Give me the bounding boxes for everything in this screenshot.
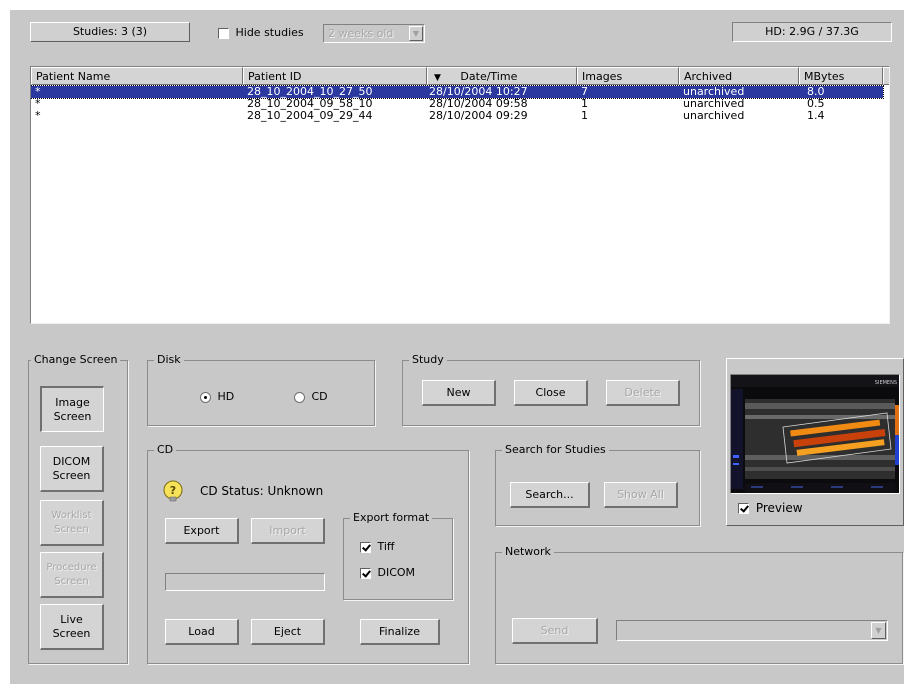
sort-descending-icon: ▼ (434, 73, 441, 83)
hd-radio[interactable]: HD (200, 390, 234, 403)
column-header-mbytes[interactable]: MBytes (799, 67, 883, 85)
dropdown-arrow-icon[interactable]: ▼ (871, 622, 886, 639)
network-title: Network (502, 545, 554, 559)
cd-radio-indicator[interactable] (294, 391, 305, 403)
preview-frame: SIEMENS (730, 374, 900, 494)
search-title: Search for Studies (502, 443, 609, 457)
hd-radio-indicator[interactable] (200, 391, 211, 403)
patient-name-cell: * (35, 109, 41, 122)
ultrasound-preview-image: SIEMENS (731, 375, 899, 493)
show-all-button[interactable]: Show All (604, 482, 678, 508)
column-header-patient-id[interactable]: Patient ID (243, 67, 427, 85)
cd-title: CD (154, 443, 177, 457)
patient-id-cell: 28_10_2004_09_29_44 (247, 109, 373, 122)
load-button[interactable]: Load (165, 619, 239, 645)
hd-radio-label: HD (217, 390, 235, 403)
hide-studies-check-icon[interactable] (218, 27, 229, 39)
age-filter-select[interactable]: 2 weeks old ▼ (323, 24, 425, 43)
network-group: Network (495, 545, 903, 664)
network-destination-select[interactable]: ▼ (616, 620, 888, 641)
finalize-button[interactable]: Finalize (360, 619, 440, 645)
dicom-label: DICOM (377, 566, 416, 579)
dicom-screen-button[interactable]: DICOM Screen (40, 446, 104, 492)
tiff-checkbox[interactable]: Tiff (360, 540, 395, 553)
question-bulb-icon: ? (162, 480, 184, 502)
disk-title: Disk (154, 353, 184, 367)
column-header-date-time[interactable]: ▼ Date/Time (427, 67, 577, 85)
send-button[interactable]: Send (512, 618, 598, 644)
dicom-checkbox[interactable]: DICOM (360, 566, 415, 579)
disk-group: Disk (147, 353, 375, 426)
export-format-title: Export format (350, 511, 433, 525)
date-time-cell: 28/10/2004 09:29 (429, 109, 528, 122)
live-screen-button[interactable]: Live Screen (40, 604, 104, 650)
cd-progress-bar (165, 573, 325, 591)
age-filter-value: 2 weeks old (328, 27, 394, 40)
delete-study-button[interactable]: Delete (606, 380, 680, 406)
preview-label: Preview (755, 501, 803, 515)
app-window: Studies: 3 (3) Hide studies 2 weeks old … (10, 10, 904, 684)
preview-checkbox[interactable]: Preview (738, 502, 803, 515)
import-button[interactable]: Import (251, 518, 325, 544)
column-header-patient-name[interactable]: Patient Name (31, 67, 243, 85)
table-header: Patient Name Patient ID ▼ Date/Time Imag… (31, 67, 889, 85)
dicom-check-icon[interactable] (360, 567, 371, 579)
vendor-logo: SIEMENS (875, 380, 897, 386)
image-screen-button[interactable]: Image Screen (40, 386, 104, 432)
export-button[interactable]: Export (165, 518, 239, 544)
preview-check-icon[interactable] (738, 503, 749, 514)
column-header-images[interactable]: Images (577, 67, 679, 85)
hide-studies-label: Hide studies (235, 26, 304, 39)
change-screen-title: Change Screen (31, 353, 121, 367)
tiff-check-icon[interactable] (360, 541, 371, 553)
study-title: Study (409, 353, 447, 367)
column-header-filler (883, 67, 889, 85)
worklist-screen-button[interactable]: Worklist Screen (40, 500, 104, 546)
new-study-button[interactable]: New (422, 380, 496, 406)
cd-status-text: CD Status: Unknown (200, 484, 324, 498)
hd-usage-box: HD: 2.9G / 37.3G (732, 22, 892, 42)
table-row[interactable]: * 28_10_2004_09_29_44 28/10/2004 09:29 1… (31, 110, 883, 122)
cd-radio[interactable]: CD (294, 390, 328, 403)
study-list-table[interactable]: Patient Name Patient ID ▼ Date/Time Imag… (30, 66, 890, 324)
procedure-screen-button[interactable]: Procedure Screen (40, 552, 104, 598)
dropdown-arrow-icon[interactable]: ▼ (409, 26, 423, 41)
export-format-group: Export format (343, 511, 453, 600)
hide-studies-checkbox[interactable]: Hide studies (218, 26, 304, 40)
close-study-button[interactable]: Close (514, 380, 588, 406)
cd-radio-label: CD (311, 390, 328, 403)
column-header-archived[interactable]: Archived (679, 67, 799, 85)
eject-button[interactable]: Eject (251, 619, 325, 645)
tiff-label: Tiff (377, 540, 395, 553)
archived-cell: unarchived (683, 109, 745, 122)
svg-text:?: ? (170, 484, 176, 497)
mbytes-cell: 1.4 (807, 109, 825, 122)
images-cell: 1 (581, 109, 588, 122)
search-button[interactable]: Search... (510, 482, 590, 508)
studies-count-box: Studies: 3 (3) (30, 22, 190, 42)
